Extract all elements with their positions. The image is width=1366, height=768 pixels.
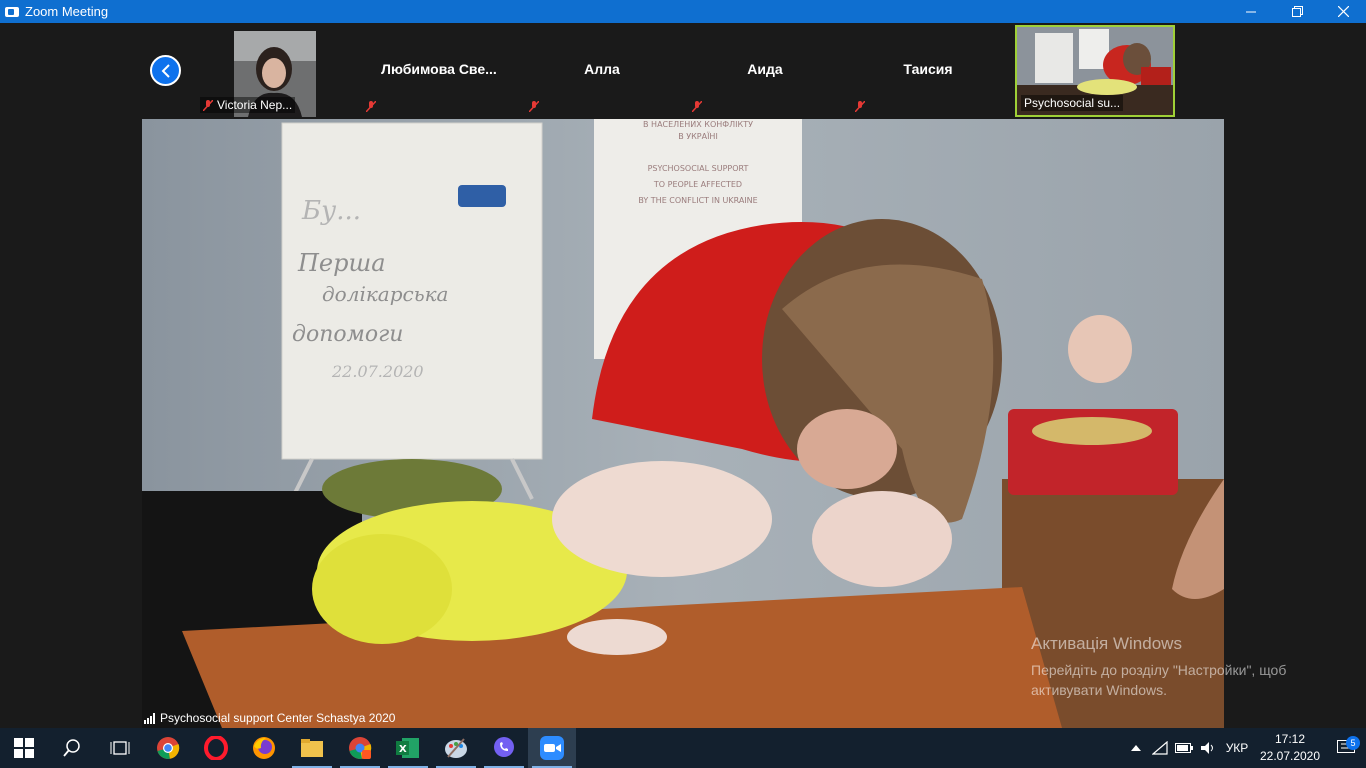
battery-icon <box>1175 743 1193 753</box>
participant-name: Таисия <box>903 61 953 77</box>
participant-tile-taisiya[interactable]: Таисия <box>848 25 1008 117</box>
taskbar-paint[interactable] <box>432 728 480 768</box>
paint-icon <box>445 738 467 758</box>
participant-mute-status <box>526 100 546 113</box>
opera-icon <box>204 736 228 760</box>
poster-text-line-5: BY THE CONFLICT IN UKRAINE <box>638 196 757 205</box>
muted-mic-icon <box>692 101 702 112</box>
taskbar-viber[interactable] <box>480 728 528 768</box>
previous-page-button[interactable] <box>150 55 181 86</box>
participant-tile-alla[interactable]: Алла <box>522 25 682 117</box>
participant-name: Victoria Nep... <box>217 98 293 112</box>
participant-tile-aida[interactable]: Аида <box>685 25 845 117</box>
taskbar-firefox[interactable] <box>240 728 288 768</box>
notification-count-badge: 5 <box>1346 736 1360 750</box>
windows-taskbar: X УКР 17:12 22.07.2020 5 <box>0 728 1366 768</box>
show-hidden-icons-button[interactable] <box>1124 745 1148 751</box>
participant-name-label: Psychosocial su... <box>1021 95 1124 111</box>
chevron-left-icon <box>161 63 170 78</box>
restore-button[interactable] <box>1274 0 1320 23</box>
participant-name: Любимова Све... <box>381 61 497 77</box>
participant-mute-status <box>852 100 872 113</box>
active-speaker-name: Psychosocial support Center Schastya 202… <box>160 711 396 725</box>
participant-name: Алла <box>584 61 620 77</box>
firefox-icon <box>253 737 275 759</box>
activation-line-1: Перейдіть до розділу "Настройки", щоб <box>1031 662 1287 678</box>
activation-title: Активація Windows <box>1031 634 1182 653</box>
svg-text:X: X <box>399 744 407 755</box>
task-view-button[interactable] <box>96 728 144 768</box>
minimize-icon <box>1246 11 1256 12</box>
windows-activation-watermark: Активація Windows Перейдіть до розділу "… <box>1031 634 1286 700</box>
participant-tile-psychosocial[interactable]: Psychosocial su... <box>1015 25 1175 117</box>
search-icon <box>63 739 80 757</box>
muted-mic-icon <box>855 101 865 112</box>
taskbar-opera[interactable] <box>192 728 240 768</box>
taskbar-file-explorer[interactable] <box>288 728 336 768</box>
taskbar-chrome-2[interactable] <box>336 728 384 768</box>
chrome-alt-icon <box>349 737 372 759</box>
task-view-icon <box>110 741 130 755</box>
chrome-icon <box>157 737 180 759</box>
participant-mute-status <box>689 100 709 113</box>
system-tray: УКР 17:12 22.07.2020 5 <box>1124 728 1366 768</box>
wifi-icon <box>1152 741 1168 755</box>
network-button[interactable] <box>1148 741 1172 755</box>
window-title: Zoom Meeting <box>25 4 109 19</box>
zoom-icon <box>540 736 564 760</box>
speaker-icon <box>1201 742 1213 754</box>
participant-name: Psychosocial su... <box>1024 96 1121 110</box>
window-titlebar: Zoom Meeting <box>0 0 1366 23</box>
activation-line-2: активувати Windows. <box>1031 682 1167 698</box>
poster-text-line-2: В УКРАЇНІ <box>678 131 718 141</box>
participant-mute-status <box>363 100 383 113</box>
minimize-button[interactable] <box>1228 0 1274 23</box>
whiteboard-text-line-3: допомоги <box>292 322 403 347</box>
taskbar-zoom[interactable] <box>528 728 576 768</box>
close-button[interactable] <box>1320 0 1366 23</box>
language-label: УКР <box>1225 741 1249 755</box>
taskbar-excel[interactable]: X <box>384 728 432 768</box>
svg-text:Бу...: Бу... <box>301 196 361 226</box>
participant-name-label: Victoria Nep... <box>200 97 296 113</box>
poster-text-line-3: PSYCHOSOCIAL SUPPORT <box>648 164 749 173</box>
participant-strip: Victoria Nep... Любимова Све... Алла Аид… <box>196 25 1178 117</box>
participant-name: Аида <box>747 61 783 77</box>
folder-icon <box>301 739 323 757</box>
windows-logo-icon <box>14 738 34 758</box>
search-button[interactable] <box>48 728 96 768</box>
muted-mic-icon <box>366 101 376 112</box>
meeting-area: Victoria Nep... Любимова Све... Алла Аид… <box>0 23 1366 728</box>
active-speaker-label: Psychosocial support Center Schastya 202… <box>144 711 395 725</box>
start-button[interactable] <box>0 728 48 768</box>
zoom-app-icon <box>5 6 19 17</box>
close-icon <box>1337 6 1349 17</box>
taskbar-chrome[interactable] <box>144 728 192 768</box>
connection-signal-icon <box>144 712 155 724</box>
action-center-button[interactable]: 5 <box>1326 736 1366 756</box>
whiteboard-text-line-2: долікарська <box>322 282 448 306</box>
viber-icon <box>494 737 514 757</box>
clock[interactable]: 17:12 22.07.2020 <box>1254 731 1326 765</box>
volume-button[interactable] <box>1196 741 1220 755</box>
window-controls <box>1228 0 1366 23</box>
clock-date: 22.07.2020 <box>1259 749 1321 763</box>
chevron-up-icon <box>1131 745 1141 751</box>
clock-time: 17:12 <box>1274 732 1306 746</box>
poster-text-line-4: TO PEOPLE AFFECTED <box>653 180 742 189</box>
whiteboard-text-line-1: Перша <box>297 249 386 277</box>
battery-button[interactable] <box>1172 743 1196 753</box>
poster-text-line-1: В НАСЕЛЕНИХ КОНФЛІКТУ <box>643 120 753 129</box>
excel-icon: X <box>396 738 419 758</box>
whiteboard-text-line-4: 22.07.2020 <box>331 362 424 381</box>
participant-tile-lyubimova[interactable]: Любимова Све... <box>359 25 519 117</box>
participant-tile-victoria[interactable]: Victoria Nep... <box>196 25 356 117</box>
restore-icon <box>1291 6 1303 17</box>
muted-mic-icon <box>203 99 213 111</box>
language-indicator[interactable]: УКР <box>1220 741 1254 755</box>
muted-mic-icon <box>529 101 539 112</box>
